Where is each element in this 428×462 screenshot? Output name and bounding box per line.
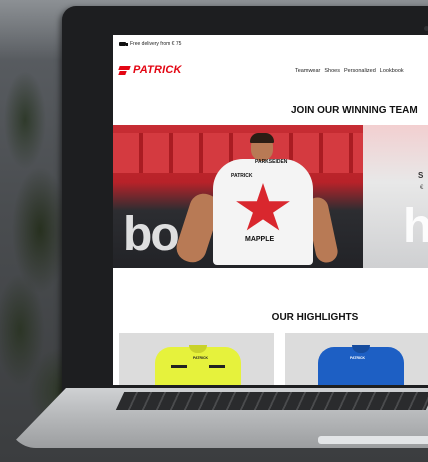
yellow-jersey: PATRICK (155, 345, 241, 385)
jersey-collar (189, 345, 207, 353)
site-header: PATRICK Teamwear Shoes Personalized Look… (113, 61, 428, 81)
stadium-banner-text: bo (123, 208, 180, 261)
brand-name: PATRICK (133, 64, 182, 76)
shirt-logo: PATRICK (231, 173, 253, 179)
highlights-title-text: OUR HIGHLIGHTS (271, 312, 359, 323)
hero-side-text: S (418, 171, 424, 180)
jersey-pocket (171, 365, 187, 368)
truck-icon (119, 42, 128, 46)
delivery-text: Free delivery from € 75 (130, 41, 182, 47)
product-card[interactable]: PATRICK (285, 333, 428, 385)
hero-side-price: € (420, 185, 424, 191)
jersey-logo: PATRICK (193, 356, 209, 360)
player-hair (250, 133, 274, 143)
patrick-logo[interactable]: PATRICK (119, 64, 182, 76)
delivery-bar: Free delivery from € 75 (113, 35, 428, 53)
shirt-sponsor-top: PARKSEIDEN (255, 159, 288, 165)
football-player: PARKSEIDEN PATRICK MAPPLE (172, 133, 340, 268)
webcam (424, 26, 428, 31)
nav-item-teamwear[interactable]: Teamwear (295, 68, 320, 74)
hero-side-banner: h (403, 200, 428, 253)
laptop-keyboard (115, 392, 428, 410)
nav-item-personalized[interactable]: Personalized (344, 68, 376, 74)
shirt-sponsor-main: MAPPLE (245, 236, 275, 243)
blue-jersey: PATRICK (318, 345, 404, 385)
hero-side-panel[interactable]: S € h (363, 125, 428, 268)
hero-image[interactable]: bo PARKSEIDEN PATRICK MAPPLE (113, 125, 363, 268)
hero-title-text: JOIN OUR WINNING TEAM (291, 105, 418, 116)
nav-item-lookbook[interactable]: Lookbook (380, 68, 404, 74)
main-nav: Teamwear Shoes Personalized Lookbook (295, 68, 408, 74)
product-card[interactable]: PATRICK (119, 333, 274, 385)
trackpad (318, 436, 428, 444)
jersey-logo: PATRICK (350, 356, 366, 360)
jersey-pocket (209, 365, 225, 368)
nav-item-shoes[interactable]: Shoes (324, 68, 340, 74)
patrick-logo-mark-icon (119, 66, 130, 75)
jersey-collar (352, 345, 370, 353)
laptop-screen: Free delivery from € 75 PATRICK Teamwear… (113, 35, 428, 385)
